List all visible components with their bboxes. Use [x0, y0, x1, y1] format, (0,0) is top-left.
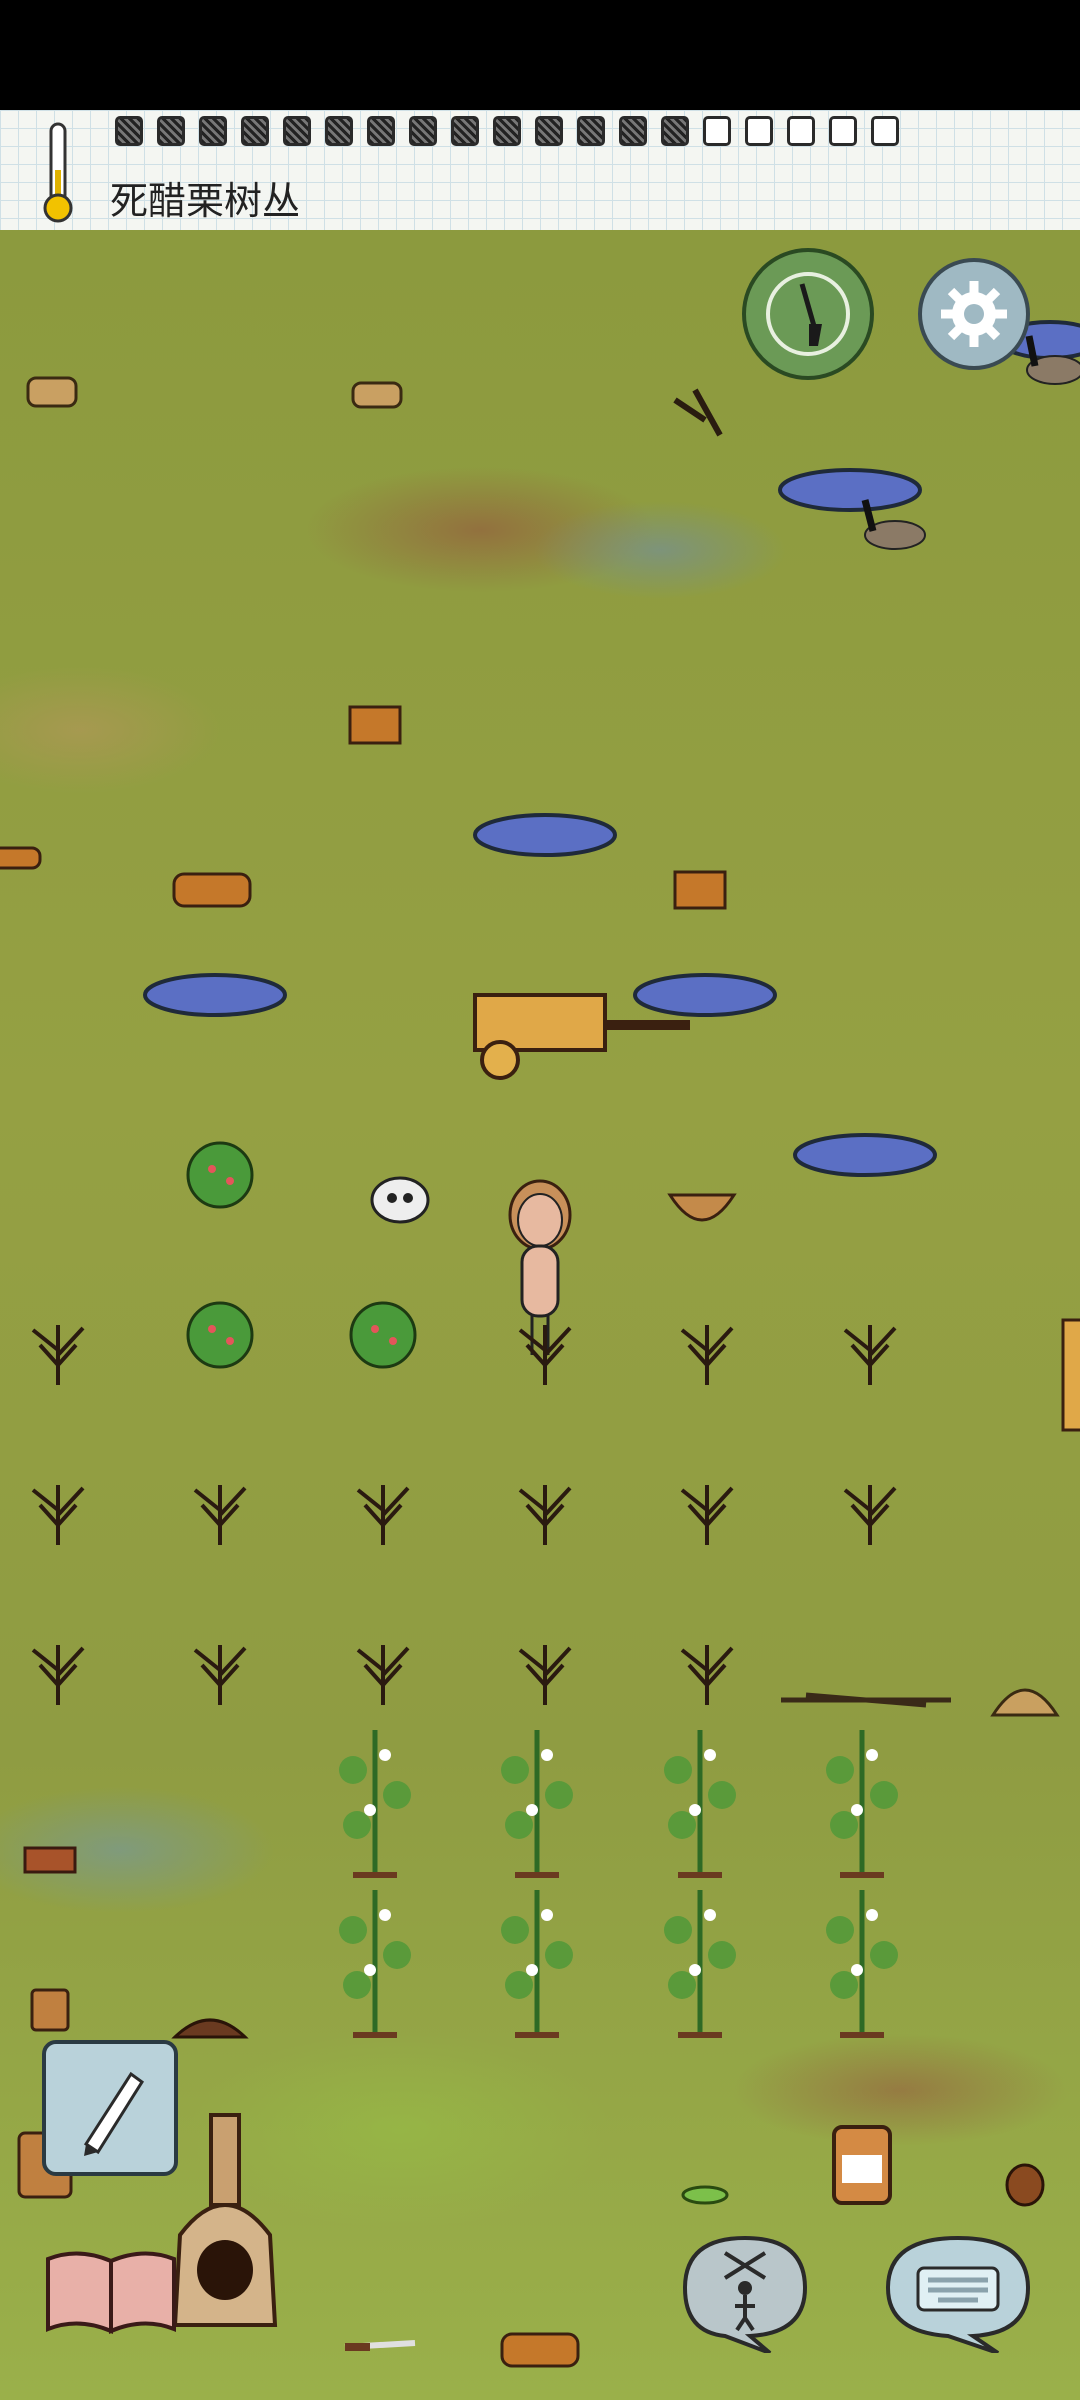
temperature-pip	[745, 116, 773, 146]
log[interactable]	[500, 2332, 580, 2368]
dead-gooseberry-bush[interactable]	[193, 1645, 247, 1705]
dead-gooseberry-bush[interactable]	[680, 1645, 734, 1705]
temperature-pip	[661, 116, 689, 146]
gear-icon	[941, 281, 1007, 347]
gooseberry-bush[interactable]	[349, 1301, 417, 1369]
compass-shovel-icon	[766, 272, 850, 356]
log[interactable]	[172, 872, 252, 908]
temperature-pip	[451, 116, 479, 146]
settings-button[interactable]	[918, 258, 1030, 370]
clay-bowl[interactable]	[667, 1193, 737, 1222]
dead-gooseberry-bush[interactable]	[356, 1485, 410, 1545]
flowering-bean-plant[interactable]	[826, 1730, 898, 1878]
wooden-bucket[interactable]	[30, 1988, 70, 2032]
skeleton-remains[interactable]	[370, 1176, 430, 1224]
dead-gooseberry-bush[interactable]	[843, 1485, 897, 1545]
dead-gooseberry-bush[interactable]	[680, 1485, 734, 1545]
flowering-bean-plant[interactable]	[501, 1890, 573, 2038]
pickaxe[interactable]	[673, 388, 723, 437]
temperature-pip	[199, 116, 227, 146]
keyboard-icon	[885, 2235, 1031, 2355]
temperature-pip	[157, 116, 185, 146]
adobe-kiln[interactable]	[172, 2113, 278, 2327]
flowering-bean-plant[interactable]	[501, 1730, 573, 1878]
thermometer-icon	[43, 122, 73, 223]
dead-gooseberry-bush[interactable]	[193, 1485, 247, 1545]
temperature-pip	[829, 116, 857, 146]
firewood-stack[interactable]	[1061, 1318, 1080, 1432]
pond	[778, 468, 922, 512]
temperature-pip	[367, 116, 395, 146]
temperature-pip	[703, 116, 731, 146]
note-button[interactable]	[42, 2040, 178, 2176]
dead-gooseberry-bush[interactable]	[31, 1645, 85, 1705]
basket[interactable]	[351, 381, 403, 409]
temperature-pip	[283, 116, 311, 146]
hover-object-label: 死醋栗树丛	[110, 179, 301, 223]
gooseberry-bush[interactable]	[186, 1301, 254, 1369]
pond	[633, 973, 777, 1017]
gooseberry-bush[interactable]	[186, 1141, 254, 1209]
temperature-pip	[871, 116, 899, 146]
green-leaf[interactable]	[681, 2185, 729, 2205]
temperature-pip	[325, 116, 353, 146]
flowering-bean-plant[interactable]	[339, 1890, 411, 2038]
clay-crock[interactable]	[832, 2125, 892, 2205]
knife[interactable]	[344, 2340, 416, 2351]
flowering-bean-plant[interactable]	[664, 1890, 736, 2038]
dead-gooseberry-bush[interactable]	[31, 1485, 85, 1545]
dead-gooseberry-bush[interactable]	[518, 1325, 572, 1385]
dead-gooseberry-bush[interactable]	[518, 1485, 572, 1545]
firewood[interactable]	[348, 705, 402, 745]
temperature-pip	[619, 116, 647, 146]
branches-pile[interactable]	[781, 1692, 951, 1708]
temperature-pip	[409, 116, 437, 146]
puppet-icon	[682, 2235, 808, 2355]
dead-gooseberry-bush[interactable]	[356, 1645, 410, 1705]
pond	[473, 813, 617, 857]
open-book-icon	[46, 2251, 176, 2335]
home-compass-button[interactable]	[742, 248, 874, 380]
emote-button[interactable]	[665, 2228, 825, 2355]
temperature-pip	[577, 116, 605, 146]
temperature-pip	[535, 116, 563, 146]
recipe-book-button[interactable]	[42, 2245, 180, 2337]
dead-gooseberry-bush[interactable]	[680, 1325, 734, 1385]
temperature-pip	[787, 116, 815, 146]
status-bar	[0, 0, 1080, 110]
dead-gooseberry-bush[interactable]	[518, 1645, 572, 1705]
player-character[interactable]	[508, 1179, 572, 1355]
flowering-bean-plant[interactable]	[826, 1890, 898, 2038]
pond	[143, 973, 287, 1017]
firewood[interactable]	[673, 870, 727, 910]
temperature-pip	[493, 116, 521, 146]
hud-panel: 死醋栗树丛	[0, 110, 1080, 232]
pine-cone[interactable]	[1005, 2163, 1045, 2207]
dead-gooseberry-bush[interactable]	[843, 1325, 897, 1385]
chat-button[interactable]	[878, 2228, 1038, 2355]
hay-pile[interactable]	[990, 1688, 1060, 1717]
clay-plate[interactable]	[23, 1846, 77, 1874]
temperature-scale	[115, 116, 899, 146]
temperature-pip	[241, 116, 269, 146]
flowering-bean-plant[interactable]	[339, 1730, 411, 1878]
log[interactable]	[0, 846, 42, 870]
basket[interactable]	[26, 376, 78, 408]
dirt-pile[interactable]	[171, 2018, 249, 2039]
game-world[interactable]	[0, 230, 1080, 2400]
pond	[793, 1133, 937, 1177]
temperature-pip	[115, 116, 143, 146]
flowering-bean-plant[interactable]	[664, 1730, 736, 1878]
dead-gooseberry-bush[interactable]	[31, 1325, 85, 1385]
pencil-icon	[83, 2071, 145, 2156]
